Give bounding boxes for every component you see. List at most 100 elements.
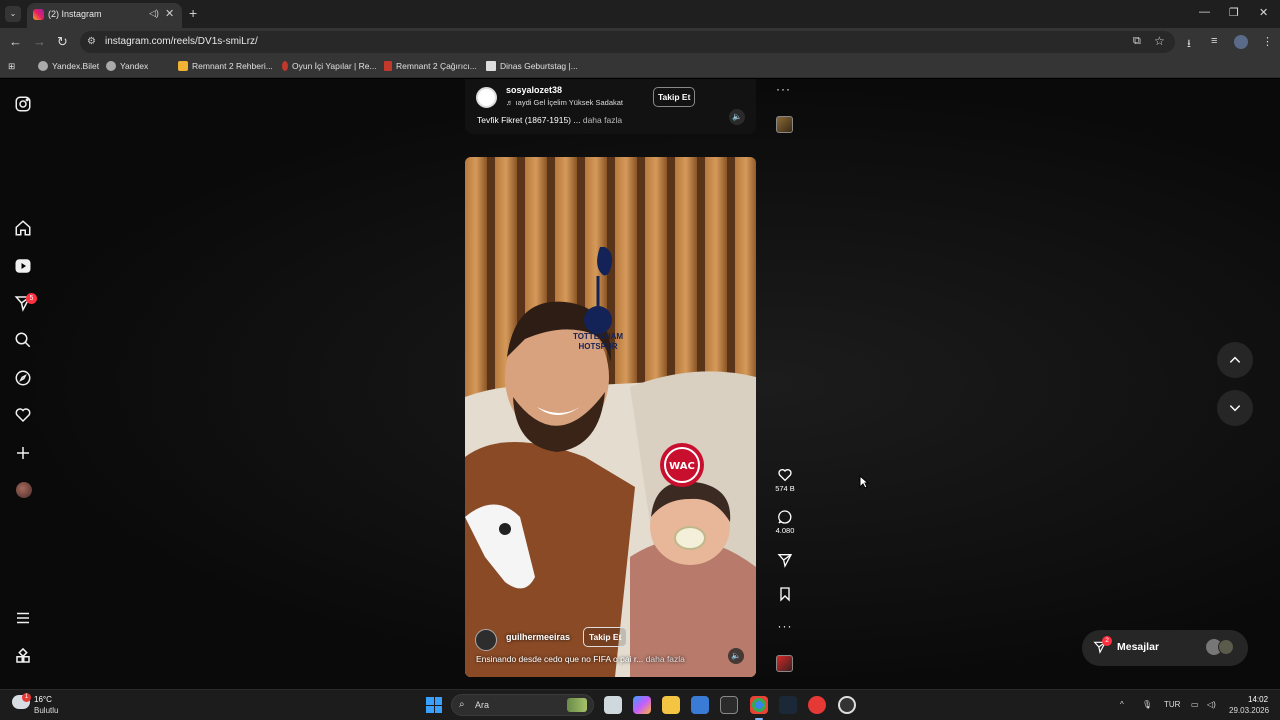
more-options-icon[interactable]: ··· xyxy=(772,619,798,633)
search-icon[interactable] xyxy=(14,331,34,351)
audio-thumbnail[interactable] xyxy=(776,116,793,133)
copilot-icon[interactable] xyxy=(633,696,651,714)
clock-time: 14:02 xyxy=(1248,695,1269,704)
more-link[interactable]: daha fazla xyxy=(646,654,685,664)
share-send-icon xyxy=(777,554,793,568)
back-icon[interactable]: ← xyxy=(9,34,22,49)
apps-grid-icon[interactable]: ⊞ xyxy=(8,61,15,72)
previous-reel-button[interactable] xyxy=(1217,342,1253,378)
reel-caption[interactable]: Tevfik Fikret (1867-1915) ... daha fazla xyxy=(477,115,622,125)
follow-button[interactable]: Takip Et xyxy=(653,87,696,107)
heart-icon[interactable] xyxy=(14,406,34,426)
obs-icon[interactable] xyxy=(838,696,856,714)
bookmark-label: Dinas Geburtstag |... xyxy=(500,61,578,71)
bookmark-item[interactable]: Yandex xyxy=(106,61,148,71)
reel-video[interactable]: TOTTENHAM HOTSPUR WAC guilhermeeiras Tak… xyxy=(465,157,756,677)
bookmark-item[interactable]: Oyun İçi Yapılar | Re... xyxy=(282,61,377,71)
bookmark-item[interactable]: Remnant 2 Rehberi... xyxy=(178,61,273,71)
epic-games-icon[interactable] xyxy=(720,696,738,714)
windows-start-icon[interactable] xyxy=(426,697,442,713)
like-button[interactable]: 574 B xyxy=(772,467,798,493)
profile-avatar[interactable] xyxy=(16,482,32,498)
new-tab-button[interactable]: + xyxy=(189,5,197,21)
save-button[interactable] xyxy=(772,586,798,602)
chevron-up-icon xyxy=(1229,356,1241,363)
menu-kebab-icon[interactable]: ⋮ xyxy=(1262,35,1273,48)
comment-count: 4.080 xyxy=(775,526,795,535)
reel-caption[interactable]: Ensinando desde cedo que no FIFA o pai r… xyxy=(476,654,685,664)
store-icon[interactable] xyxy=(691,696,709,714)
volume-icon[interactable]: 🔈 xyxy=(729,109,745,125)
volume-icon[interactable]: ◁) xyxy=(1207,700,1216,709)
also-from-meta-icon[interactable] xyxy=(14,647,34,667)
close-window-icon[interactable]: ✕ xyxy=(1259,6,1268,19)
input-language[interactable]: TUR xyxy=(1164,700,1180,709)
tab-close-icon[interactable]: ✕ xyxy=(165,7,174,20)
tab-audio-icon[interactable]: ◁) xyxy=(149,8,159,19)
reel-music-label[interactable]: ♬ ıaydi Gel İçelim Yüksek Sadakat xyxy=(506,98,623,107)
more-menu-icon[interactable] xyxy=(14,609,34,629)
follow-button[interactable]: Takip Et xyxy=(583,627,628,647)
more-link[interactable]: daha fazla xyxy=(583,115,622,125)
svg-text:TOTTENHAM: TOTTENHAM xyxy=(573,332,623,341)
downloads-icon[interactable]: ⭳ xyxy=(1187,35,1191,54)
file-explorer-icon[interactable] xyxy=(662,696,680,714)
create-plus-icon[interactable] xyxy=(14,444,34,464)
bookmark-favicon-icon xyxy=(384,61,392,71)
taskbar-search[interactable]: ⌕ Ara xyxy=(451,694,594,716)
profile-avatar[interactable] xyxy=(1234,35,1248,49)
volume-icon[interactable]: 🔈 xyxy=(728,648,744,664)
reel-author-avatar[interactable] xyxy=(475,629,497,651)
search-highlight-image xyxy=(567,698,587,712)
minimize-icon[interactable]: — xyxy=(1199,6,1210,18)
bookmark-label: Yandex.Bilet xyxy=(52,61,100,71)
tab-search-button[interactable]: ⌄ xyxy=(5,6,21,22)
bookmark-item[interactable]: Dinas Geburtstag |... xyxy=(486,61,578,71)
bookmark-favicon-icon xyxy=(106,61,116,71)
youtube-music-icon[interactable] xyxy=(808,696,826,714)
network-icon[interactable]: ▭ xyxy=(1191,700,1199,709)
weather-temp: 16°C xyxy=(34,695,52,704)
share-button[interactable] xyxy=(772,552,798,568)
windows-taskbar: 1 16°C Bulutlu ⌕ Ara ^ 🎙 TUR ▭ ◁) 14:02 … xyxy=(0,689,1280,720)
forward-icon[interactable]: → xyxy=(33,34,46,49)
url-text: instagram.com/reels/DV1s-smiLrz/ xyxy=(105,36,258,47)
chevron-up-icon[interactable]: ^ xyxy=(1120,700,1124,709)
steam-icon[interactable] xyxy=(779,696,797,714)
bookmark-label: Remnant 2 Çağırıcı... xyxy=(396,61,477,71)
instagram-reels-page: 5 sosyalozet38 ♬ ıaydi Gel İçelim Yüksek… xyxy=(0,79,1280,689)
bookmark-item[interactable]: Remnant 2 Çağırıcı... xyxy=(384,61,477,71)
reels-icon[interactable] xyxy=(14,257,34,277)
bookmark-star-icon[interactable]: ☆ xyxy=(1154,34,1165,48)
more-options-icon[interactable]: ··· xyxy=(776,82,791,96)
reload-icon[interactable]: ↻ xyxy=(57,34,68,50)
reading-list-icon[interactable]: ≡ xyxy=(1211,35,1217,47)
reel-author-avatar[interactable] xyxy=(476,87,497,108)
browser-tab-instagram[interactable]: (2) Instagram ◁) ✕ xyxy=(27,3,182,28)
task-view-icon[interactable] xyxy=(604,696,622,714)
instagram-favicon-icon xyxy=(33,9,44,20)
chrome-icon[interactable] xyxy=(750,696,768,720)
heart-icon xyxy=(778,469,792,482)
restore-icon[interactable]: ❐ xyxy=(1229,6,1239,19)
reel-username[interactable]: sosyalozet38 xyxy=(506,85,562,95)
bookmark-icon xyxy=(780,587,790,602)
cast-icon[interactable]: ⧉ xyxy=(1133,35,1141,48)
microphone-icon[interactable]: 🎙 xyxy=(1142,700,1152,709)
home-icon[interactable] xyxy=(14,219,34,239)
bookmarks-bar: ⊞ Yandex.Bilet Yandex Remnant 2 Rehberi.… xyxy=(0,56,1280,78)
audio-thumbnail[interactable] xyxy=(776,655,793,672)
instagram-logo-icon[interactable] xyxy=(14,95,34,115)
bookmark-favicon-icon xyxy=(486,61,496,71)
comment-button[interactable]: 4.080 xyxy=(772,509,798,535)
bookmark-item[interactable]: Yandex.Bilet xyxy=(38,61,99,71)
explore-compass-icon[interactable] xyxy=(14,369,34,389)
previous-reel-card[interactable]: sosyalozet38 ♬ ıaydi Gel İçelim Yüksek S… xyxy=(465,79,756,134)
mouse-cursor-icon xyxy=(859,475,869,489)
address-bar[interactable]: ⚙ instagram.com/reels/DV1s-smiLrz/ ⧉ ☆ xyxy=(80,31,1175,53)
reel-username[interactable]: guilhermeeiras xyxy=(506,632,570,642)
next-reel-button[interactable] xyxy=(1217,390,1253,426)
messages-button[interactable]: 2 Mesajlar xyxy=(1082,630,1248,666)
site-info-icon[interactable]: ⚙ xyxy=(87,36,99,48)
notification-badge: 5 xyxy=(26,293,37,304)
